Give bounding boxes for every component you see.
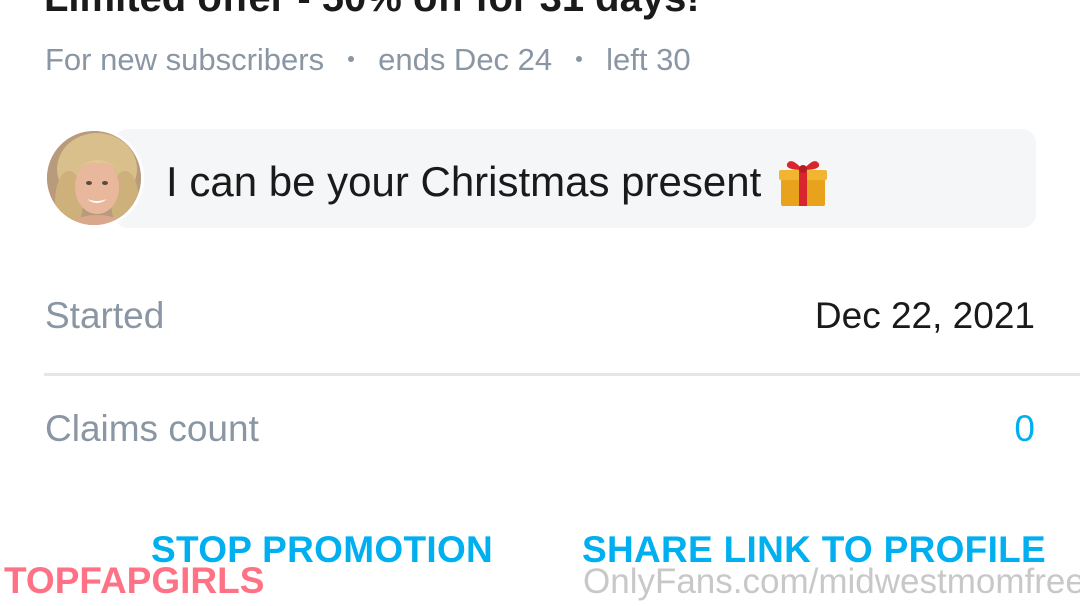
offer-audience: For new subscribers (45, 42, 325, 77)
claims-label: Claims count (45, 408, 259, 449)
claims-value[interactable]: 0 (1014, 408, 1035, 450)
started-row: Started Dec 22, 2021 (45, 286, 1035, 346)
started-value: Dec 22, 2021 (814, 295, 1035, 336)
started-label: Started (45, 295, 165, 336)
gift-icon (775, 154, 831, 210)
divider (44, 373, 1080, 376)
offer-left: left 30 (606, 42, 691, 77)
offer-title: Limited offer - 50% off for 31 days! (44, 0, 700, 18)
offer-ends: ends Dec 24 (378, 42, 553, 77)
message-text-row: I can be your Christmas present (166, 154, 831, 210)
offer-meta: For new subscribers ends Dec 24 left 30 (45, 43, 691, 77)
message-text: I can be your Christmas present (166, 158, 762, 205)
separator-dot (576, 56, 583, 62)
promotion-detail-screen: Limited offer - 50% off for 31 days! For… (0, 0, 1080, 606)
avatar[interactable] (44, 128, 144, 228)
promotion-message: I can be your Christmas present (44, 128, 1036, 229)
watermark-left: TOPFAPGIRLS (4, 560, 265, 601)
claims-row: Claims count 0 (45, 399, 1035, 459)
separator-dot (348, 56, 355, 62)
watermark-right: OnlyFans.com/midwestmomfree (583, 562, 1080, 601)
